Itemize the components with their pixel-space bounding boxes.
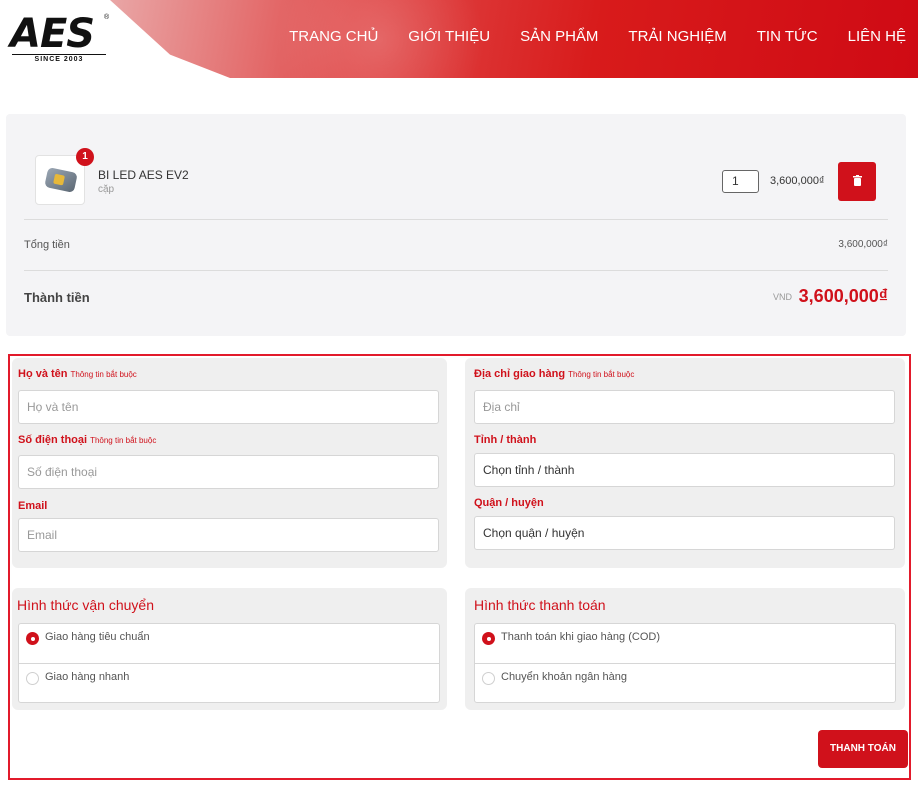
nav-home[interactable]: TRANG CHỦ [289, 28, 378, 45]
name-input[interactable]: Họ và tên [18, 390, 439, 424]
subtotal-label: Tổng tiền [24, 239, 70, 251]
required-note: Thông tin bắt buộc [568, 370, 635, 379]
shipping-title: Hình thức vận chuyển [17, 597, 155, 613]
district-label: Quận / huyện [474, 497, 544, 509]
payment-option-label: Chuyển khoản ngân hàng [501, 671, 627, 683]
checkout-form: Họ và tên Thông tin bắt buộc Họ và tên Số… [8, 354, 911, 780]
phone-label: Số điện thoại Thông tin bắt buộc [18, 434, 156, 446]
radio-selected-icon[interactable] [482, 632, 495, 645]
radio-selected-icon[interactable] [26, 632, 39, 645]
delete-item-button[interactable] [838, 162, 876, 201]
address-input[interactable]: Địa chỉ [474, 390, 895, 424]
payment-panel: Hình thức thanh toán Thanh toán khi giao… [465, 588, 905, 710]
shipping-option-label: Giao hàng nhanh [45, 671, 130, 683]
phone-label-text: Số điện thoại [18, 434, 88, 446]
total-value: 3,600,000₫ [798, 286, 888, 306]
nav-news[interactable]: TIN TỨC [757, 28, 818, 45]
total-currency: VND [772, 292, 792, 302]
main-nav: TRANG CHỦ GIỚI THIỆU SẢN PHẨM TRẢI NGHIỆ… [259, 28, 906, 45]
province-select[interactable]: Chọn tỉnh / thành [474, 453, 895, 487]
divider [24, 270, 888, 271]
name-label: Họ và tên Thông tin bắt buộc [18, 368, 137, 380]
product-image [44, 167, 78, 193]
nav-experience[interactable]: TRẢI NGHIỆM [628, 28, 726, 45]
payment-option-label: Thanh toán khi giao hàng (COD) [501, 631, 660, 643]
email-label: Email [18, 500, 48, 512]
payment-options: Thanh toán khi giao hàng (COD) Chuyển kh… [474, 623, 896, 703]
radio-icon[interactable] [482, 672, 495, 685]
cart-summary: 1 BI LED AES EV2 cặp 1 3,600,000₫ Tổng t… [6, 114, 906, 336]
site-header: AES ® SINCE 2003 TRANG CHỦ GIỚI THIỆU SẢ… [0, 0, 918, 78]
payment-title: Hình thức thanh toán [474, 597, 606, 613]
subtotal-value: 3,600,000₫ [838, 239, 888, 250]
quantity-input[interactable]: 1 [722, 170, 759, 193]
payment-option-bank-transfer[interactable]: Chuyển khoản ngân hàng [475, 664, 895, 704]
checkout-button[interactable]: THANH TOÁN [818, 730, 908, 768]
nav-products[interactable]: SẢN PHẨM [520, 28, 598, 45]
shipping-options: Giao hàng tiêu chuẩn Giao hàng nhanh [18, 623, 440, 703]
shipping-option-standard[interactable]: Giao hàng tiêu chuẩn [19, 624, 439, 664]
product-unit: cặp [98, 184, 115, 195]
phone-input[interactable]: Số điện thoại [18, 455, 439, 489]
logo-since: SINCE 2003 [12, 54, 106, 63]
quantity-badge: 1 [76, 148, 94, 166]
address-panel: Địa chỉ giao hàng Thông tin bắt buộc Địa … [465, 358, 905, 568]
name-label-text: Họ và tên [18, 368, 68, 380]
customer-info-panel: Họ và tên Thông tin bắt buộc Họ và tên Số… [12, 358, 447, 568]
shipping-option-label: Giao hàng tiêu chuẩn [45, 631, 150, 643]
address-label-text: Địa chỉ giao hàng [474, 368, 566, 380]
divider [24, 219, 888, 220]
total-label: Thành tiền [24, 290, 90, 305]
email-input[interactable]: Email [18, 518, 439, 552]
product-name: BI LED AES EV2 [98, 168, 189, 182]
nav-contact[interactable]: LIÊN HỆ [848, 28, 906, 45]
nav-about[interactable]: GIỚI THIỆU [408, 28, 490, 45]
payment-option-cod[interactable]: Thanh toán khi giao hàng (COD) [475, 624, 895, 664]
shipping-panel: Hình thức vận chuyển Giao hàng tiêu chuẩ… [12, 588, 447, 710]
required-note: Thông tin bắt buộc [90, 436, 157, 445]
province-label: Tỉnh / thành [474, 434, 537, 446]
required-note: Thông tin bắt buộc [70, 370, 137, 379]
trash-icon [852, 175, 862, 186]
address-label: Địa chỉ giao hàng Thông tin bắt buộc [474, 368, 634, 380]
product-price: 3,600,000₫ [770, 175, 825, 187]
registered-mark: ® [104, 14, 110, 21]
radio-icon[interactable] [26, 672, 39, 685]
aes-logo[interactable]: AES ® SINCE 2003 [10, 14, 110, 64]
district-select[interactable]: Chọn quận / huyện [474, 516, 895, 550]
shipping-option-express[interactable]: Giao hàng nhanh [19, 664, 439, 704]
logo-text: AES [10, 11, 95, 57]
